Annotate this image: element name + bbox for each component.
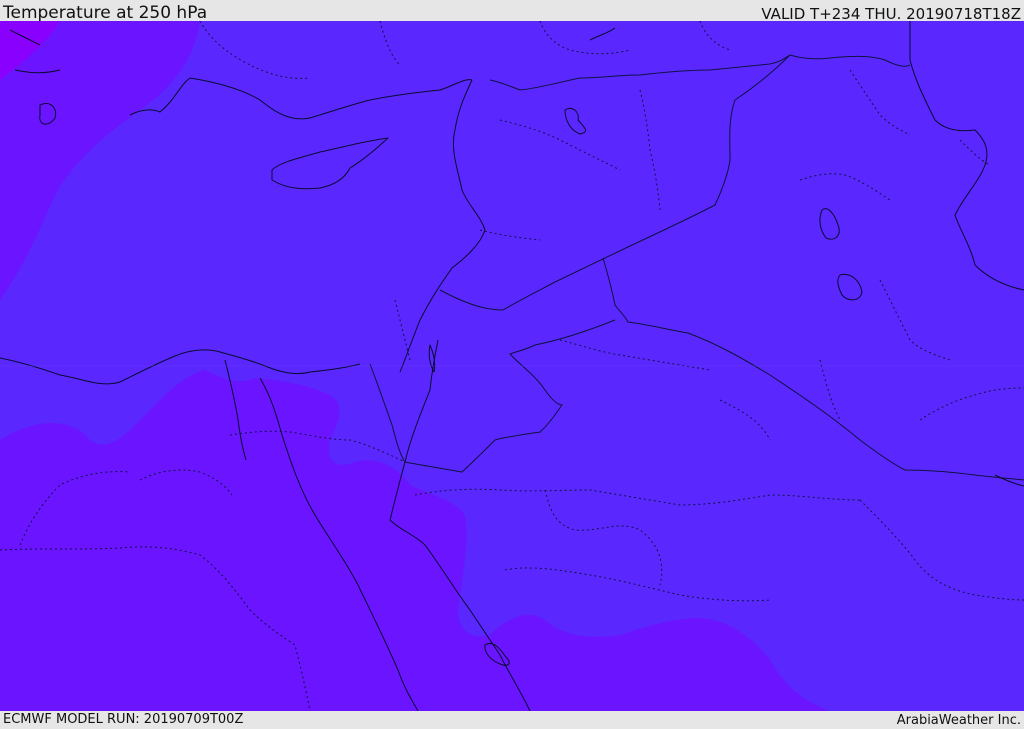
map-title: Temperature at 250 hPa <box>3 3 208 23</box>
map-figure: Temperature at 250 hPa VALID T+234 THU. … <box>0 0 1024 729</box>
temperature-map <box>0 21 1024 711</box>
header-bar: Temperature at 250 hPa VALID T+234 THU. … <box>0 0 1024 23</box>
credit-label: ArabiaWeather Inc. <box>896 713 1021 728</box>
footer-bar: ECMWF MODEL RUN: 20190709T00Z ArabiaWeat… <box>0 711 1024 729</box>
model-run-label: ECMWF MODEL RUN: 20190709T00Z <box>3 712 244 727</box>
